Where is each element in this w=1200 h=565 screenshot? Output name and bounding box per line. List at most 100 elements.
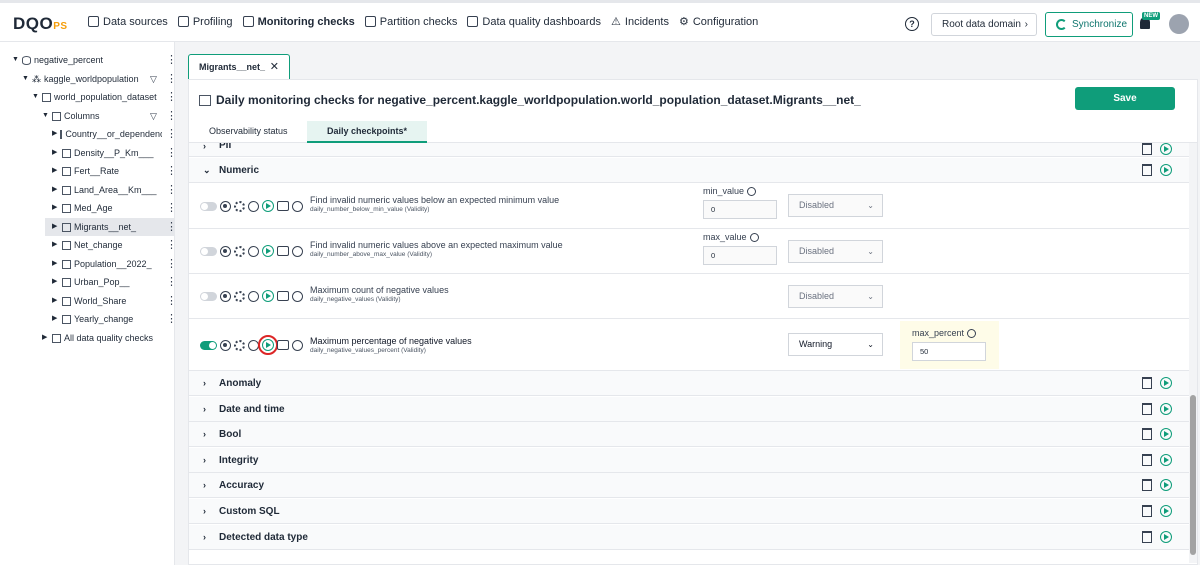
trash-icon[interactable] <box>1142 377 1152 389</box>
tree-item-column[interactable]: ▶ Land_Area__Km___ <box>52 181 157 199</box>
avatar[interactable] <box>1169 14 1189 34</box>
info-icon[interactable] <box>292 339 303 351</box>
gear-icon[interactable] <box>234 290 245 302</box>
tree-item-connection[interactable]: ▼ negative_percent <box>12 51 103 69</box>
target-icon[interactable] <box>220 200 231 212</box>
trash-icon[interactable] <box>1142 531 1152 543</box>
tree-item-column[interactable]: ▶ Net_change <box>52 236 123 254</box>
clock-icon[interactable] <box>248 290 259 302</box>
nav-configuration[interactable]: ⚙ Configuration <box>679 15 758 29</box>
run-icon[interactable] <box>1160 143 1172 155</box>
severity-select[interactable]: Disabled ⌄ <box>788 194 883 217</box>
gear-icon[interactable] <box>234 200 245 212</box>
tree-item-column[interactable]: ▶ Country__or_dependency <box>52 125 162 143</box>
nav-monitoring-checks[interactable]: Monitoring checks <box>242 15 355 28</box>
section-accuracy[interactable]: › Accuracy <box>189 473 1189 498</box>
run-check-icon[interactable] <box>262 290 274 302</box>
severity-select[interactable]: Disabled ⌄ <box>788 285 883 308</box>
run-icon[interactable] <box>1160 377 1172 389</box>
trash-icon[interactable] <box>1142 505 1152 517</box>
run-check-icon[interactable] <box>262 245 274 257</box>
gear-icon[interactable] <box>234 245 245 257</box>
nav-partition-checks[interactable]: Partition checks <box>364 15 457 28</box>
run-check-icon-highlighted[interactable] <box>258 335 278 355</box>
section-numeric[interactable]: ⌄ Numeric <box>189 158 1189 183</box>
clock-icon[interactable] <box>248 245 259 257</box>
section-integrity[interactable]: › Integrity <box>189 448 1189 473</box>
tab-migrants-net[interactable]: Migrants__net_ ✕ <box>188 54 290 79</box>
scrollbar[interactable] <box>1189 143 1197 563</box>
tree-item-column[interactable]: ▶ Urban_Pop__ <box>52 273 130 291</box>
tree-item-column-selected[interactable]: ▶ Migrants__net_ <box>45 218 174 236</box>
results-icon[interactable] <box>277 246 289 256</box>
info-icon[interactable] <box>292 290 303 302</box>
trash-icon[interactable] <box>1142 143 1152 155</box>
check-toggle[interactable] <box>200 291 217 301</box>
save-button[interactable]: Save <box>1075 87 1175 110</box>
check-toggle[interactable] <box>200 201 217 211</box>
tree-item-column[interactable]: ▶ Population__2022_ <box>52 255 152 273</box>
target-icon[interactable] <box>220 339 231 351</box>
section-bool[interactable]: › Bool <box>189 422 1189 447</box>
trash-icon[interactable] <box>1142 164 1152 176</box>
max-value-input[interactable]: 0 <box>703 246 777 265</box>
nav-dashboards[interactable]: Data quality dashboards <box>467 15 601 28</box>
filter-icon[interactable]: ▽ <box>150 107 157 125</box>
tree-item-table[interactable]: ▼ world_population_dataset <box>32 88 157 106</box>
section-date-and-time[interactable]: › Date and time <box>189 397 1189 422</box>
info-icon[interactable] <box>292 200 303 212</box>
section-custom-sql[interactable]: › Custom SQL <box>189 499 1189 524</box>
section-anomaly[interactable]: › Anomaly <box>189 371 1189 396</box>
trash-icon[interactable] <box>1142 479 1152 491</box>
clock-icon[interactable] <box>248 339 259 351</box>
run-icon[interactable] <box>1160 428 1172 440</box>
tree-item-column[interactable]: ▶ Fert__Rate <box>52 162 119 180</box>
tree-item-column[interactable]: ▶ Density__P_Km___ <box>52 144 154 162</box>
run-check-icon[interactable] <box>262 200 274 212</box>
nav-data-sources[interactable]: Data sources <box>88 15 168 28</box>
run-icon[interactable] <box>1160 164 1172 176</box>
trash-icon[interactable] <box>1142 428 1152 440</box>
results-icon[interactable] <box>277 291 289 301</box>
info-icon[interactable] <box>747 186 757 196</box>
run-icon[interactable] <box>1160 454 1172 466</box>
tree-item-column[interactable]: ▶ Med_Age <box>52 199 113 217</box>
scroll-thumb[interactable] <box>1190 395 1196 555</box>
close-icon[interactable]: ✕ <box>270 55 279 79</box>
gear-icon[interactable] <box>234 339 245 351</box>
check-toggle[interactable] <box>200 246 217 256</box>
help-icon[interactable]: ? <box>905 17 919 31</box>
info-icon[interactable] <box>967 328 977 338</box>
section-pii[interactable]: › PII <box>189 143 1189 157</box>
check-toggle[interactable] <box>200 340 217 350</box>
tree-item-all-checks[interactable]: ▶ All data quality checks <box>42 329 153 347</box>
tab-observability-status[interactable]: Observability status <box>189 121 308 143</box>
tree-item-column[interactable]: ▶ Yearly_change <box>52 310 133 328</box>
tab-daily-checkpoints[interactable]: Daily checkpoints* <box>307 121 428 143</box>
filter-icon[interactable]: ▽ <box>150 70 157 88</box>
run-icon[interactable] <box>1160 531 1172 543</box>
run-icon[interactable] <box>1160 479 1172 491</box>
run-icon[interactable] <box>1160 403 1172 415</box>
section-detected-data-type[interactable]: › Detected data type <box>189 525 1189 550</box>
results-icon[interactable] <box>277 201 289 211</box>
severity-select[interactable]: Disabled ⌄ <box>788 240 883 263</box>
tree-item-column[interactable]: ▶ World_Share <box>52 292 126 310</box>
target-icon[interactable] <box>220 290 231 302</box>
max-percent-input[interactable]: 50 <box>912 342 986 361</box>
results-icon[interactable] <box>277 340 289 350</box>
nav-incidents[interactable]: ⚠ Incidents <box>611 15 669 29</box>
clock-icon[interactable] <box>248 200 259 212</box>
info-icon[interactable] <box>292 245 303 257</box>
nav-profiling[interactable]: Profiling <box>177 15 233 28</box>
trash-icon[interactable] <box>1142 403 1152 415</box>
severity-select[interactable]: Warning ⌄ <box>788 333 883 356</box>
tree-item-columns[interactable]: ▼ Columns <box>42 107 100 125</box>
tree-item-schema[interactable]: ▼ ⁂ kaggle_worldpopulation <box>22 70 139 88</box>
run-icon[interactable] <box>1160 505 1172 517</box>
root-domain-button[interactable]: Root data domain › <box>931 13 1037 36</box>
info-icon[interactable] <box>749 232 759 242</box>
target-icon[interactable] <box>220 245 231 257</box>
trash-icon[interactable] <box>1142 454 1152 466</box>
synchronize-button[interactable]: Synchronize <box>1045 12 1133 37</box>
